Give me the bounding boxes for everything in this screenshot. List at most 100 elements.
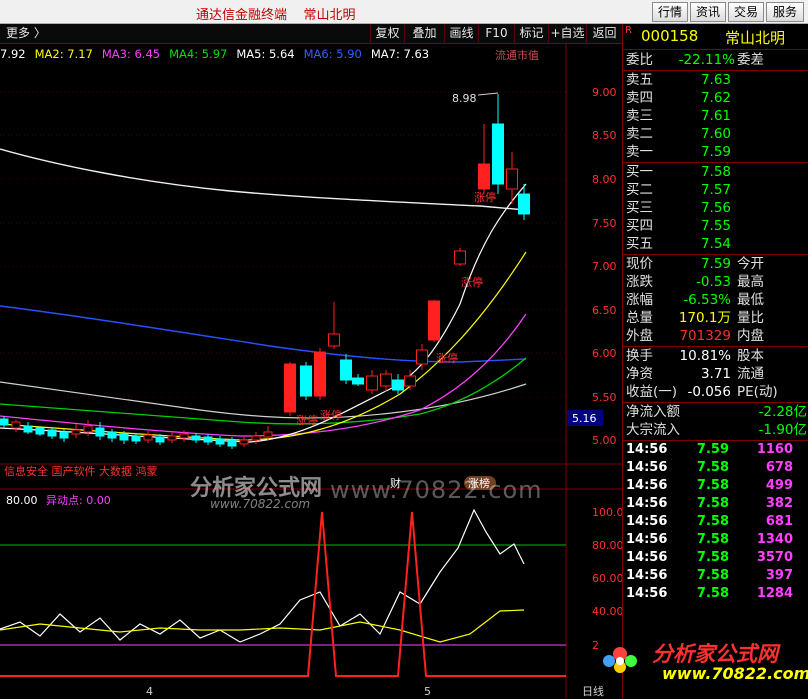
back-button[interactable]: 返回 bbox=[586, 24, 622, 44]
tick-time: 14:56 bbox=[626, 532, 668, 547]
kline-chart[interactable]: 8.98 涨停 涨停 涨停 涨停 涨停 流通市值 5.16 信息安全 国产软件 … bbox=[0, 44, 622, 699]
service-button[interactable]: 服务 bbox=[766, 2, 804, 22]
quote-panel: R 000158 常山北明 委比 -22.11% 委差 卖五 7.63 卖四 7.62 卖三 7… bbox=[622, 24, 808, 699]
concept-tags[interactable]: 信息安全 国产软件 大数据 鸿蒙 bbox=[4, 464, 158, 478]
quote-row: 现价 7.59 今开 bbox=[623, 255, 808, 273]
fundamental-value: 3.71 bbox=[700, 366, 731, 382]
price-axis-label: 8.00 bbox=[592, 173, 617, 186]
tick-time: 14:56 bbox=[626, 514, 668, 529]
fundamental-row: 净资 3.71 流通 bbox=[623, 365, 808, 383]
bid-price: 7.55 bbox=[700, 218, 731, 234]
indicator-yellow-line bbox=[0, 609, 525, 643]
bid-row[interactable]: 买四 7.55 bbox=[623, 217, 808, 235]
quote-label-2: 量比 bbox=[737, 310, 764, 326]
tick-price: 7.58 bbox=[696, 550, 729, 565]
ask-row[interactable]: 卖三 7.61 bbox=[623, 107, 808, 125]
mark-button[interactable]: 标记 bbox=[514, 24, 548, 44]
candle-body bbox=[143, 434, 153, 441]
quote-label: 现价 bbox=[626, 256, 653, 272]
tick-time: 14:56 bbox=[626, 568, 668, 583]
indicator-axis-label: 80.00 bbox=[592, 539, 622, 552]
bid-row[interactable]: 买一 7.58 bbox=[623, 163, 808, 181]
tick-volume: 1160 bbox=[756, 442, 793, 457]
period-label[interactable]: 日线 bbox=[582, 684, 604, 698]
price-axis-label: 6.50 bbox=[592, 304, 617, 317]
ask-row[interactable]: 卖二 7.60 bbox=[623, 125, 808, 143]
ma-legend-item: MA2: 7.17 bbox=[34, 47, 93, 61]
current-price-tag: 5.16 bbox=[572, 412, 597, 425]
high-price-label: 8.98 bbox=[452, 92, 477, 105]
stock-code: 000158 bbox=[641, 27, 699, 45]
candle-body bbox=[155, 436, 165, 443]
ask-row[interactable]: 卖一 7.59 bbox=[623, 143, 808, 161]
bid-row[interactable]: 买五 7.54 bbox=[623, 235, 808, 253]
fundamental-label-2: 股本 bbox=[737, 348, 764, 364]
tick-row: 14:56 7.58 681 bbox=[623, 513, 808, 531]
draw-line-button[interactable]: 画线 bbox=[444, 24, 478, 44]
ask-label: 卖二 bbox=[626, 126, 653, 142]
candle-body bbox=[0, 418, 9, 426]
restore-rights-button[interactable]: 复权 bbox=[370, 24, 404, 44]
candle-body bbox=[518, 193, 530, 215]
quote-label-2: 今开 bbox=[737, 256, 764, 272]
bid-row[interactable]: 买三 7.56 bbox=[623, 199, 808, 217]
fundamental-value: 10.81% bbox=[679, 348, 731, 364]
flow-value: -2.28亿 bbox=[758, 404, 807, 420]
indicator-axis-label: 40.00 bbox=[592, 605, 622, 618]
logo-url: www.70822.com bbox=[662, 664, 808, 683]
candle-body bbox=[340, 359, 352, 381]
tick-row: 14:56 7.58 382 bbox=[623, 495, 808, 513]
trade-button[interactable]: 交易 bbox=[728, 2, 764, 22]
quote-label: 涨幅 bbox=[626, 292, 653, 308]
quote-value: 701329 bbox=[679, 328, 731, 344]
indicator-axis-label: 60.00 bbox=[592, 572, 622, 585]
tick-price: 7.58 bbox=[696, 460, 729, 475]
candle-body bbox=[284, 363, 296, 413]
ask-label: 卖四 bbox=[626, 90, 653, 106]
limit-up-label: 涨停 bbox=[474, 190, 496, 204]
price-axis-label: 5.00 bbox=[592, 434, 617, 447]
add-watchlist-button[interactable]: +自选 bbox=[548, 24, 586, 44]
ask-row[interactable]: 卖五 7.63 bbox=[623, 71, 808, 89]
ask-row[interactable]: 卖四 7.62 bbox=[623, 89, 808, 107]
tick-price: 7.58 bbox=[696, 496, 729, 511]
ask-label: 卖一 bbox=[626, 144, 653, 160]
quote-value: -0.53 bbox=[696, 274, 731, 290]
tick-volume: 681 bbox=[765, 514, 793, 529]
candle-body bbox=[314, 351, 326, 397]
price-axis-label: 7.50 bbox=[592, 217, 617, 230]
news-button[interactable]: 资讯 bbox=[690, 2, 726, 22]
bid-price: 7.58 bbox=[700, 164, 731, 180]
candle-body bbox=[47, 429, 57, 437]
stock-header[interactable]: R 000158 常山北明 bbox=[623, 24, 808, 50]
fundamental-label-2: 流通 bbox=[737, 366, 764, 382]
ma-legend-item: MA3: 6.45 bbox=[101, 47, 161, 61]
tick-volume: 678 bbox=[765, 460, 793, 475]
tick-row: 14:56 7.58 499 bbox=[623, 477, 808, 495]
tick-row: 14:56 7.58 1340 bbox=[623, 531, 808, 549]
tick-price: 7.58 bbox=[696, 478, 729, 493]
more-button[interactable]: 更多 〉 bbox=[6, 24, 46, 44]
tick-time: 14:56 bbox=[626, 550, 668, 565]
tick-price: 7.58 bbox=[696, 514, 729, 529]
tick-price: 7.58 bbox=[696, 532, 729, 547]
price-axis-label: 9.00 bbox=[592, 86, 617, 99]
bid-label: 买一 bbox=[626, 164, 653, 180]
candle-body bbox=[11, 421, 21, 429]
candle-body bbox=[328, 333, 340, 347]
overlay-button[interactable]: 叠加 bbox=[404, 24, 444, 44]
ma2-line bbox=[0, 251, 527, 441]
fundamental-row: 换手 10.81% 股本 bbox=[623, 347, 808, 365]
candle-body bbox=[380, 373, 392, 387]
tick-price: 7.58 bbox=[696, 586, 729, 601]
candle-body bbox=[95, 427, 105, 437]
bid-row[interactable]: 买二 7.57 bbox=[623, 181, 808, 199]
candle-body bbox=[263, 431, 273, 438]
ask-price: 7.61 bbox=[700, 108, 731, 124]
watermark-url-small: www.70822.com bbox=[210, 497, 311, 511]
ask-price: 7.63 bbox=[700, 72, 731, 88]
f10-button[interactable]: F10 bbox=[478, 24, 514, 44]
market-button[interactable]: 行情 bbox=[652, 2, 688, 22]
candle-body bbox=[454, 250, 466, 265]
ask-price: 7.59 bbox=[700, 144, 731, 160]
